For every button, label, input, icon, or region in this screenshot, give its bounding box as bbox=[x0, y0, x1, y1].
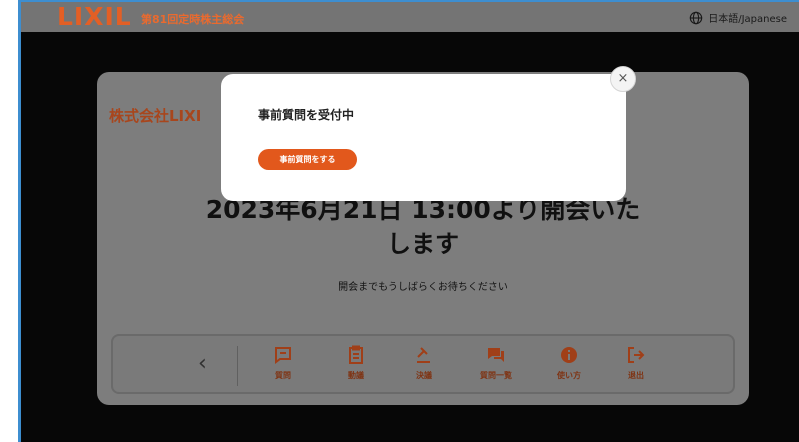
nav-label-how-to-use: 使い方 bbox=[557, 371, 581, 380]
nav-label-exit: 退出 bbox=[628, 371, 644, 380]
clipboard-icon bbox=[349, 345, 363, 364]
nav-label-question-list: 質問一覧 bbox=[480, 371, 512, 380]
nav-item-exit[interactable]: 退出 bbox=[608, 345, 664, 389]
nav-divider bbox=[237, 346, 238, 386]
dialog-title: 事前質問を受付中 bbox=[258, 108, 355, 122]
nav-label-motion: 動議 bbox=[348, 371, 364, 380]
event-title: 第81回定時株主総会 bbox=[141, 13, 245, 26]
close-icon[interactable]: × bbox=[610, 66, 636, 92]
company-name: 株式会社LIXI bbox=[109, 107, 202, 125]
header-bar: LIXIL 第81回定時株主総会 日本語/Japanese bbox=[21, 2, 799, 32]
nav-item-motion[interactable]: 動議 bbox=[328, 345, 384, 389]
language-selector[interactable]: 日本語/Japanese bbox=[689, 10, 787, 25]
chat-square-icon bbox=[275, 347, 291, 364]
globe-icon bbox=[689, 11, 703, 24]
bottom-nav: ‹ 質問 動議 決議 質問一覧 使い方 退出 bbox=[111, 334, 735, 394]
ask-question-button[interactable]: 事前質問をする bbox=[258, 149, 357, 170]
opening-announcement: 2023年6月21日 13:00より開会いた します bbox=[97, 192, 749, 262]
info-icon bbox=[561, 347, 577, 363]
nav-item-question-list[interactable]: 質問一覧 bbox=[468, 345, 524, 389]
lixil-logo[interactable]: LIXIL bbox=[57, 4, 132, 30]
nav-item-resolution[interactable]: 決議 bbox=[396, 345, 452, 389]
nav-item-question[interactable]: 質問 bbox=[255, 345, 311, 389]
chevron-left-icon[interactable]: ‹ bbox=[198, 351, 207, 377]
announcement-line-2: します bbox=[387, 230, 459, 258]
chat-list-icon bbox=[488, 348, 504, 362]
app-frame: LIXIL 第81回定時株主総会 日本語/Japanese 株式会社LIXI 2… bbox=[18, 0, 799, 442]
nav-label-resolution: 決議 bbox=[416, 371, 432, 380]
nav-label-question: 質問 bbox=[275, 371, 291, 380]
nav-item-how-to-use[interactable]: 使い方 bbox=[541, 345, 597, 389]
language-label: 日本語/Japanese bbox=[708, 14, 787, 25]
logout-icon bbox=[628, 347, 645, 363]
gavel-icon bbox=[417, 347, 430, 363]
advance-question-dialog: 事前質問を受付中 事前質問をする bbox=[221, 74, 626, 201]
waiting-message: 開会までもうしばらくお待ちください bbox=[338, 282, 508, 293]
